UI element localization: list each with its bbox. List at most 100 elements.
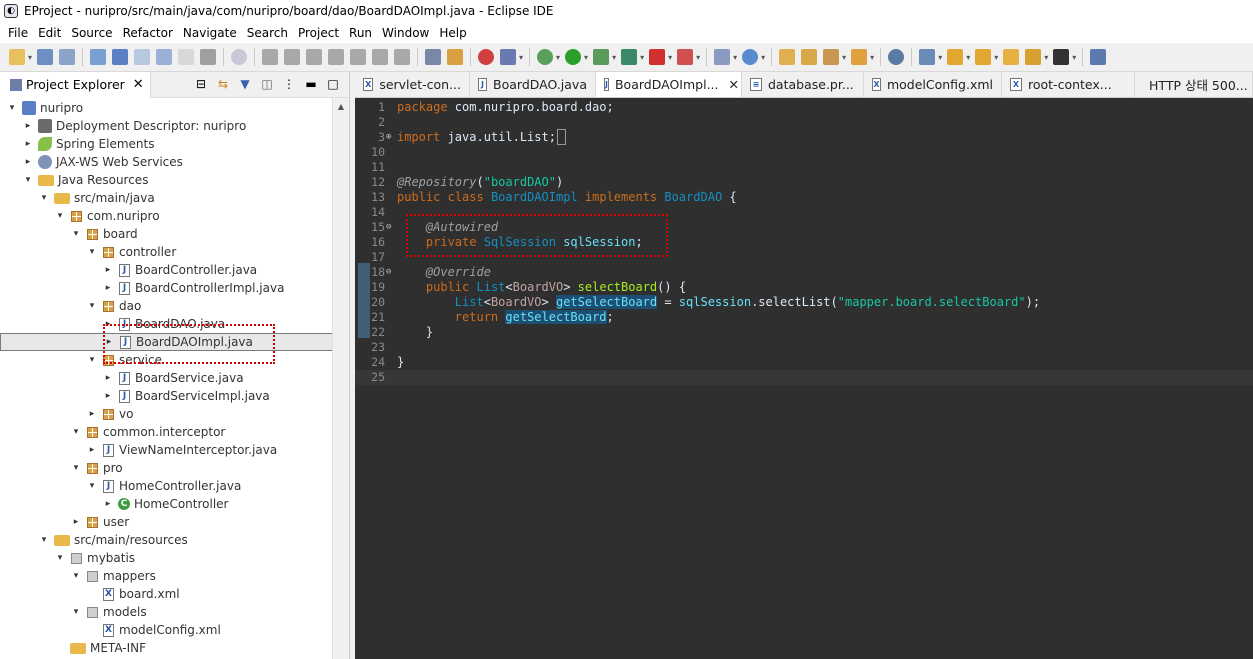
next-annotation-icon[interactable] [947,49,964,65]
collapsed-chevron-icon[interactable]: ▸ [102,265,114,275]
collapse-all-icon[interactable]: ⊟ [193,76,209,92]
close-icon[interactable]: ✕ [133,77,144,92]
tree-item[interactable]: ▾ common.interceptor [0,423,333,441]
menu-navigate[interactable]: Navigate [178,26,242,40]
editor-tab[interactable]: Xservlet-con... [355,72,470,97]
tree-item[interactable]: ▾ com.nuripro [0,207,333,225]
suspend-icon[interactable] [284,49,301,65]
expanded-chevron-icon[interactable]: ▾ [70,427,82,437]
back-icon[interactable] [1025,49,1042,65]
menu-run[interactable]: Run [344,26,377,40]
menu-window[interactable]: Window [377,26,434,40]
toggle-breadcrumb-icon[interactable] [200,49,217,65]
menu-help[interactable]: Help [434,26,471,40]
edit-icon[interactable] [823,49,840,65]
tree-item[interactable]: ▸ Spring Elements [0,135,333,153]
tree-item[interactable]: META-INF [0,639,333,657]
expanded-chevron-icon[interactable]: ▾ [6,103,18,113]
tree-item[interactable]: ▾ dao [0,297,333,315]
collapsed-chevron-icon[interactable]: ▸ [22,139,34,149]
show-whitespace-icon[interactable] [156,49,173,65]
open-file-icon[interactable] [801,49,818,65]
expanded-chevron-icon[interactable]: ▾ [54,553,66,563]
new-dropdown-icon[interactable]: ▾ [28,53,32,62]
quick-access-icon[interactable] [1090,49,1107,65]
tree-item[interactable]: ▾ src/main/resources [0,531,333,549]
save-icon[interactable] [37,49,54,65]
collapsed-chevron-icon[interactable]: ▸ [102,373,114,383]
run-icon[interactable] [565,49,582,65]
perspective-dropdown-icon[interactable]: ▾ [519,53,523,62]
new-java-project-dropdown-icon[interactable]: ▾ [733,53,737,62]
previous-annotation-icon[interactable] [975,49,992,65]
expanded-chevron-icon[interactable]: ▾ [38,535,50,545]
pin-dropdown-icon[interactable]: ▾ [938,53,942,62]
tree-item[interactable]: ▸ Deployment Descriptor: nuripro [0,117,333,135]
last-edit-location-icon[interactable] [1003,49,1020,65]
open-folder-icon[interactable] [779,49,796,65]
menu-source[interactable]: Source [66,26,117,40]
close-icon[interactable]: ✕ [729,77,739,92]
collapsed-chevron-icon[interactable]: ▸ [102,499,114,509]
link-with-editor-icon[interactable]: ⇆ [215,76,231,92]
tree-item[interactable]: ▾ board [0,225,333,243]
tree-item[interactable]: ▸ JAX-WS Web Services [0,153,333,171]
menu-project[interactable]: Project [293,26,344,40]
menu-search[interactable]: Search [242,26,293,40]
edit-dropdown-icon[interactable]: ▾ [842,53,846,62]
coverage-dropdown-icon[interactable]: ▾ [612,53,616,62]
new-class-icon[interactable] [742,49,759,65]
pin-icon[interactable] [919,49,936,65]
tree-item[interactable]: ▸ J BoardService.java [0,369,333,387]
expanded-chevron-icon[interactable]: ▾ [38,193,50,203]
terminate-icon[interactable] [306,49,323,65]
tree-item[interactable]: ▸ C HomeController [0,495,333,513]
expanded-chevron-icon[interactable]: ▾ [70,463,82,473]
expanded-chevron-icon[interactable]: ▾ [86,301,98,311]
resume-icon[interactable] [262,49,279,65]
expanded-chevron-icon[interactable]: ▾ [86,247,98,257]
fold-toggle-icon[interactable]: ⊖ [386,220,395,235]
previous-annotation-dropdown-icon[interactable]: ▾ [994,53,998,62]
collapsed-chevron-icon[interactable]: ▸ [22,157,34,167]
scroll-up-icon[interactable]: ▲ [333,98,349,115]
spring-boot-icon[interactable] [478,49,495,65]
tree-item[interactable]: ▸ J BoardServiceImpl.java [0,387,333,405]
collapsed-chevron-icon[interactable]: ▸ [22,121,34,131]
task-icon[interactable] [851,49,868,65]
tree-item[interactable]: ▸ J ViewNameInterceptor.java [0,441,333,459]
debug-icon[interactable] [537,49,554,65]
new-class-dropdown-icon[interactable]: ▾ [761,53,765,62]
toggle-mark-occurrences-icon[interactable] [112,49,129,65]
filter-icon[interactable]: ▼ [237,76,253,92]
tree-item[interactable]: ▸ user [0,513,333,531]
stop-server-icon[interactable] [649,49,666,65]
expanded-chevron-icon[interactable]: ▾ [54,211,66,221]
expanded-chevron-icon[interactable]: ▾ [22,175,34,185]
deploy-icon[interactable] [677,49,694,65]
expanded-chevron-icon[interactable]: ▾ [70,607,82,617]
tab-project-explorer[interactable]: Project Explorer ✕ [0,71,151,98]
run-dropdown-icon[interactable]: ▾ [584,53,588,62]
focus-icon[interactable]: ◫ [259,76,275,92]
tree-item[interactable]: XmodelConfig.xml [0,621,333,639]
external-tools-dropdown-icon[interactable]: ▾ [640,53,644,62]
tree-item[interactable]: ▾ models [0,603,333,621]
tree-item[interactable]: ▸ J BoardControllerImpl.java [0,279,333,297]
tree-item[interactable]: ▸ vo [0,405,333,423]
deploy-dropdown-icon[interactable]: ▾ [696,53,700,62]
collapsed-chevron-icon[interactable]: ▸ [102,391,114,401]
menu-edit[interactable]: Edit [33,26,66,40]
editor-tab[interactable]: Xroot-contex... [1002,72,1135,97]
launch-icon[interactable] [447,49,464,65]
tree-item[interactable]: ▸ J BoardController.java [0,261,333,279]
forward-dropdown-icon[interactable]: ▾ [1072,53,1076,62]
editor-tab[interactable]: ≡ database.pr... [742,72,864,97]
toggle-block-selection-icon[interactable] [134,49,151,65]
code-editor[interactable]: 1 package com.nuripro.board.dao; 2 3 ⊕ import… [355,98,1253,659]
tree-item[interactable]: Xboard.xml [0,585,333,603]
tree-item[interactable]: ▾ nuripro [0,99,333,117]
coverage-icon[interactable] [593,49,610,65]
editor-tab[interactable]: XmodelConfig.xml [864,72,1002,97]
open-type-icon[interactable] [90,49,107,65]
